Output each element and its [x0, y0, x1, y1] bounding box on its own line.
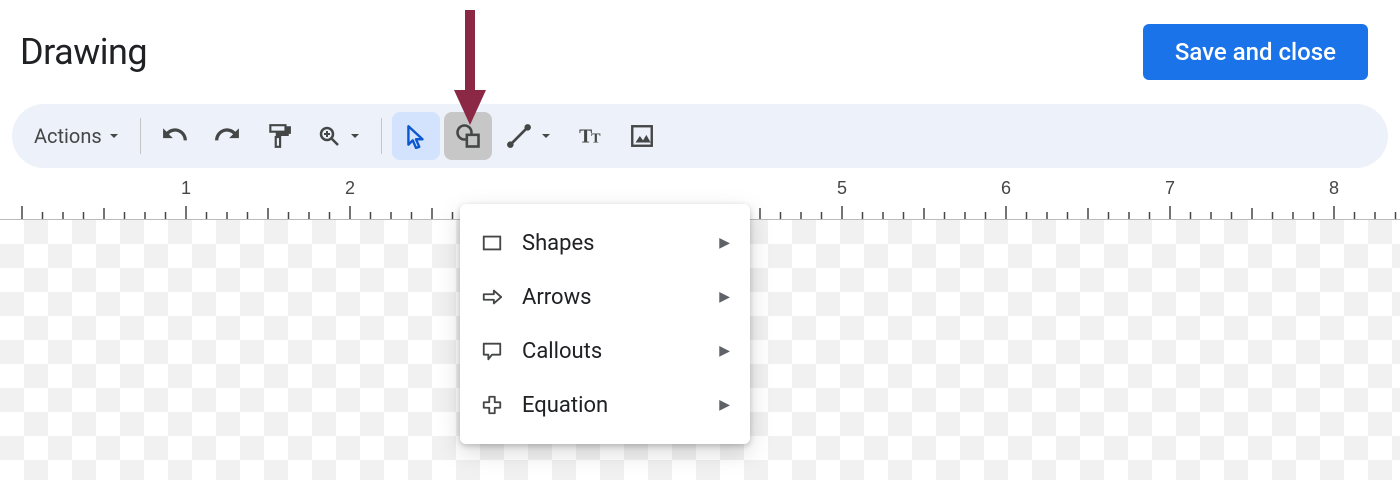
svg-text:2: 2: [345, 178, 355, 198]
menu-item-label: Equation: [522, 393, 701, 418]
redo-icon: [214, 123, 240, 149]
equation-submenu-item[interactable]: Equation ▶: [460, 378, 750, 432]
text-box-button[interactable]: TT: [566, 112, 614, 160]
toolbar-separator: [140, 118, 141, 154]
menu-item-label: Arrows: [522, 285, 701, 310]
select-tool-button[interactable]: [392, 112, 440, 160]
svg-text:5: 5: [837, 178, 847, 198]
caret-down-icon: [108, 130, 120, 142]
arrow-right-icon: [480, 286, 504, 308]
toolbar: Actions TT: [12, 104, 1388, 168]
chevron-right-icon: ▶: [719, 235, 730, 251]
caret-down-icon: [540, 130, 552, 142]
chevron-right-icon: ▶: [719, 343, 730, 359]
paint-roller-icon: [266, 123, 292, 149]
toolbar-container: Actions TT: [0, 104, 1400, 168]
header: Drawing Save and close: [0, 0, 1400, 104]
redo-button[interactable]: [203, 112, 251, 160]
undo-icon: [162, 123, 188, 149]
line-tool-button[interactable]: [496, 112, 562, 160]
insert-image-button[interactable]: [618, 112, 666, 160]
rectangle-icon: [480, 232, 504, 254]
image-icon: [629, 123, 655, 149]
shape-tool-button[interactable]: [444, 112, 492, 160]
svg-text:6: 6: [1001, 178, 1011, 198]
callout-icon: [480, 340, 504, 362]
zoom-icon: [317, 124, 341, 148]
menu-item-label: Shapes: [522, 231, 701, 256]
actions-label: Actions: [34, 124, 102, 148]
svg-text:1: 1: [181, 178, 191, 198]
line-icon: [506, 123, 532, 149]
shape-icon: [454, 122, 482, 150]
undo-button[interactable]: [151, 112, 199, 160]
toolbar-separator: [381, 118, 382, 154]
text-box-icon: TT: [577, 123, 603, 149]
paint-format-button[interactable]: [255, 112, 303, 160]
actions-menu-button[interactable]: Actions: [24, 112, 130, 160]
svg-text:8: 8: [1329, 178, 1339, 198]
svg-text:7: 7: [1165, 178, 1175, 198]
plus-icon: [480, 394, 504, 416]
save-and-close-button[interactable]: Save and close: [1143, 24, 1368, 80]
caret-down-icon: [349, 130, 361, 142]
chevron-right-icon: ▶: [719, 289, 730, 305]
shapes-submenu-item[interactable]: Shapes ▶: [460, 216, 750, 270]
chevron-right-icon: ▶: [719, 397, 730, 413]
zoom-button[interactable]: [307, 112, 371, 160]
svg-text:T: T: [591, 131, 601, 147]
cursor-icon: [403, 123, 429, 149]
shape-dropdown-menu: Shapes ▶ Arrows ▶ Callouts ▶ Equation ▶: [460, 204, 750, 444]
page-title: Drawing: [20, 31, 147, 73]
menu-item-label: Callouts: [522, 339, 701, 364]
callouts-submenu-item[interactable]: Callouts ▶: [460, 324, 750, 378]
arrows-submenu-item[interactable]: Arrows ▶: [460, 270, 750, 324]
